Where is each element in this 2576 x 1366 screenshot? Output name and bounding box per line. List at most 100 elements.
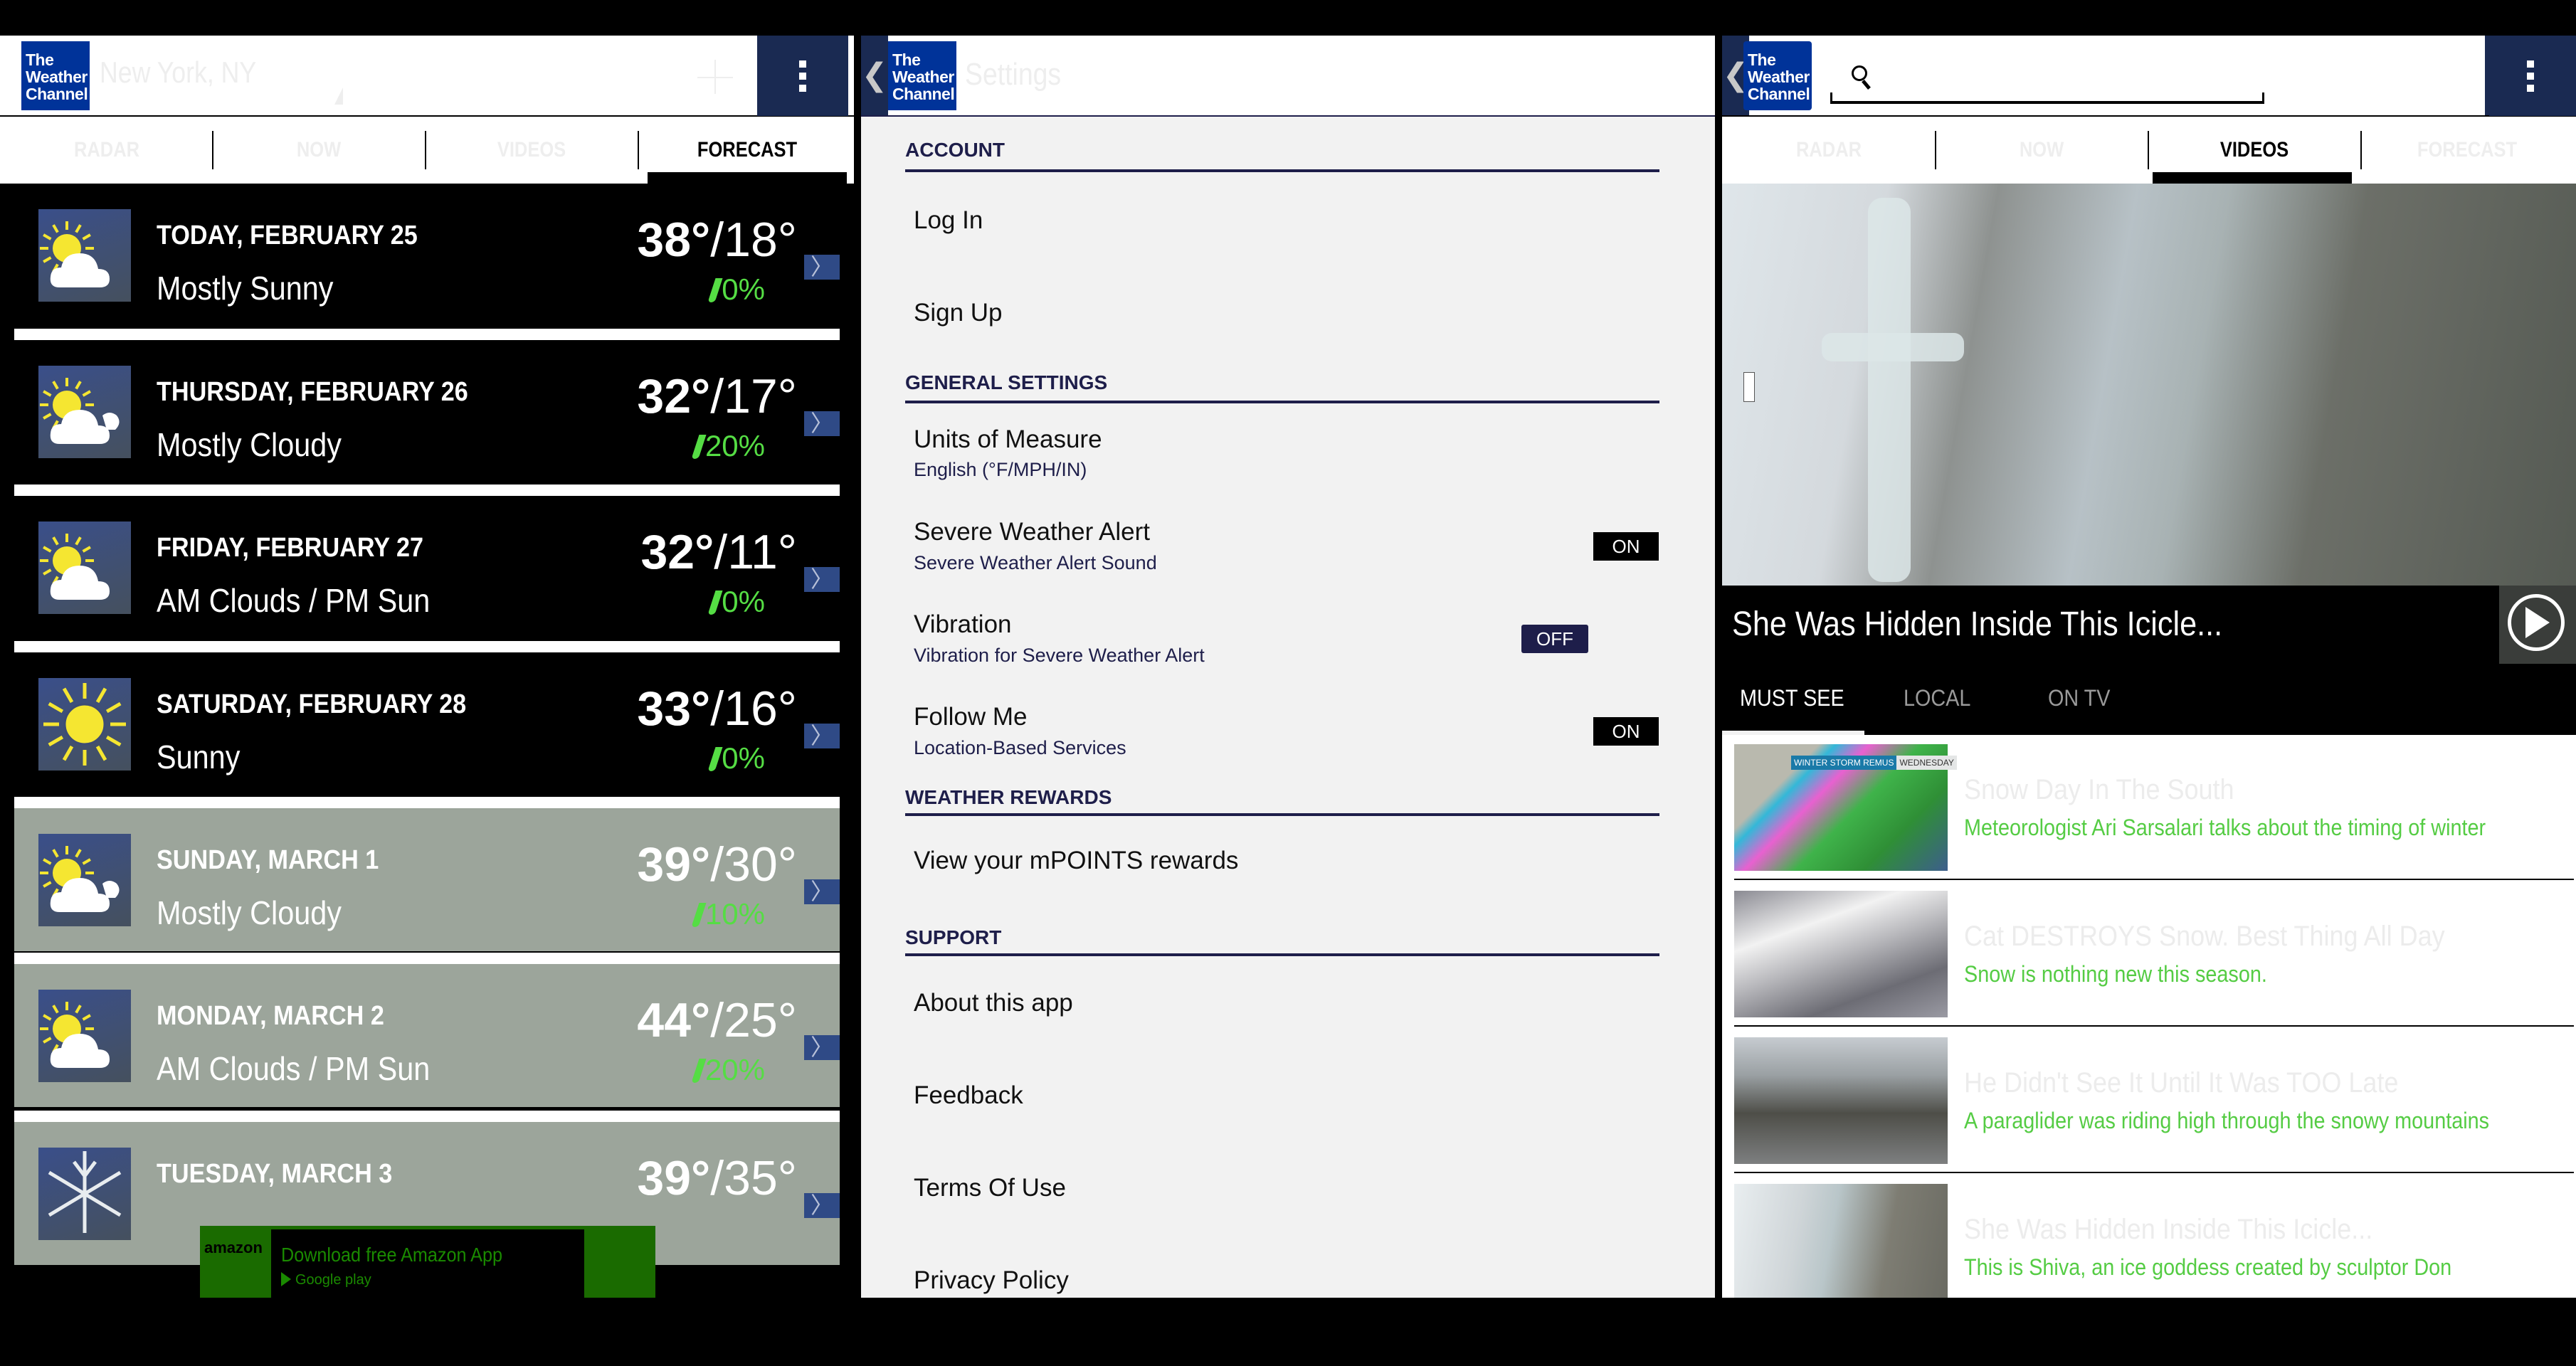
vibration-label: Vibration <box>914 610 1012 638</box>
video-list-item[interactable]: She Was Hidden Inside This Icicle... This… <box>1722 1175 2576 1298</box>
expand-day-button[interactable]: 〉 <box>804 255 840 280</box>
weather-channel-logo[interactable]: The Weather Channel <box>21 41 90 110</box>
overflow-menu-button[interactable] <box>757 36 848 116</box>
severe-weather-alert-toggle[interactable]: ON <box>1593 532 1659 561</box>
forecast-day: MONDAY, MARCH 2 <box>157 1001 384 1031</box>
forecast-condition: Mostly Cloudy <box>157 426 342 463</box>
dropdown-arrow-icon <box>334 88 343 105</box>
raindrop-icon <box>691 435 707 459</box>
forecast-temps: 44°/25° <box>637 992 797 1048</box>
raindrop-icon <box>707 278 723 302</box>
weather-channel-logo: The Weather Channel <box>1743 41 1812 110</box>
row-divider <box>14 485 840 496</box>
tab-forecast[interactable]: FORECAST <box>2377 117 2558 184</box>
feedback-item[interactable]: Feedback <box>914 1081 1023 1110</box>
video-title: She Was Hidden Inside This Icicle... <box>1964 1214 2373 1245</box>
forecast-low: 16° <box>724 682 797 736</box>
tab-radar[interactable]: RADAR <box>1738 117 1920 184</box>
forecast-low: 30° <box>724 837 797 891</box>
video-list-item[interactable]: He Didn't See It Until It Was TOO Late A … <box>1722 1028 2576 1175</box>
forecast-row[interactable]: FRIDAY, FEBRUARY 27 AM Clouds / PM Sun 32°… <box>14 496 840 639</box>
tab-local[interactable]: LOCAL <box>1904 685 1970 711</box>
forecast-temps: 32°/17° <box>637 369 797 424</box>
ice-sculpture-figure <box>1868 198 1911 582</box>
search-underline-tick-left <box>1830 92 1832 101</box>
log-in-item[interactable]: Log In <box>914 206 983 235</box>
forecast-low: 11° <box>727 525 797 579</box>
video-divider <box>1734 1172 2574 1173</box>
follow-me-toggle[interactable]: ON <box>1593 717 1659 746</box>
tab-now[interactable]: NOW <box>1951 117 2133 184</box>
expand-day-button[interactable]: 〉 <box>804 1035 840 1060</box>
forecast-day: THURSDAY, FEBRUARY 26 <box>157 377 468 407</box>
forecast-row[interactable]: SATURDAY, FEBRUARY 28 Sunny 33°/16° 0% 〉 <box>14 652 840 795</box>
severe-weather-alert-sub: Severe Weather Alert Sound <box>914 552 1157 573</box>
search-field[interactable] <box>1830 57 2264 104</box>
add-location-button[interactable] <box>697 60 733 95</box>
play-button[interactable] <box>2499 586 2576 664</box>
section-divider <box>905 169 1659 172</box>
vibration-toggle[interactable]: OFF <box>1521 625 1588 653</box>
tab-divider <box>2148 131 2149 169</box>
video-list-item[interactable]: Snow Day In The South Meteorologist Ari S… <box>1722 735 2576 881</box>
videos-screen: ❮ The Weather Channel RADAR NOW VIDEOS F… <box>1722 36 2576 1298</box>
tab-must-see[interactable]: MUST SEE <box>1740 685 1844 711</box>
forecast-row[interactable]: MONDAY, MARCH 2 AM Clouds / PM Sun 44°/25°… <box>14 964 840 1107</box>
video-list: Snow Day In The South Meteorologist Ari S… <box>1722 735 2576 1298</box>
sign-up-item[interactable]: Sign Up <box>914 299 1003 327</box>
precip-value: 10% <box>704 897 765 931</box>
forecast-day: SATURDAY, FEBRUARY 28 <box>157 689 467 719</box>
featured-video-title[interactable]: She Was Hidden Inside This Icicle... <box>1732 605 2222 644</box>
forecast-high: 33° <box>637 682 711 736</box>
tab-on-tv[interactable]: ON TV <box>2048 685 2110 711</box>
expand-day-button[interactable]: 〉 <box>804 1193 840 1218</box>
overflow-menu-button[interactable] <box>2485 36 2576 116</box>
section-divider <box>905 953 1659 956</box>
forecast-row[interactable]: SUNDAY, MARCH 1 Mostly Cloudy 39°/30° 10% 〉 <box>14 808 840 951</box>
chevron-left-icon: ❮ <box>861 58 888 92</box>
chevron-right-icon: 〉 <box>810 566 833 592</box>
snow-icon <box>38 1148 131 1240</box>
video-divider <box>1734 879 2574 880</box>
location-selector[interactable]: New York, NY <box>100 55 349 105</box>
chevron-right-icon: 〉 <box>810 723 833 748</box>
tab-radar[interactable]: RADAR <box>16 117 198 184</box>
search-input[interactable] <box>1880 63 2253 95</box>
expand-day-button[interactable]: 〉 <box>804 724 840 748</box>
chevron-right-icon: 〉 <box>810 411 833 436</box>
units-label: Units of Measure <box>914 425 1102 453</box>
forecast-screen: The Weather Channel New York, NY RADAR N… <box>0 36 854 1298</box>
video-description: A paraglider was riding high through the… <box>1964 1108 2490 1133</box>
main-tabs: RADAR NOW VIDEOS FORECAST <box>0 117 854 184</box>
expand-day-button[interactable]: 〉 <box>804 411 840 436</box>
video-category-tabs: MUST SEE LOCAL ON TV <box>1722 664 2576 735</box>
featured-video-thumbnail[interactable] <box>1722 184 2576 586</box>
precip-value: 0% <box>722 741 765 775</box>
amazon-ad-banner[interactable]: amazon Download free Amazon App Google p… <box>200 1226 655 1298</box>
forecast-precip: 20% <box>691 429 765 463</box>
tab-now[interactable]: NOW <box>228 117 410 184</box>
view-mpoints-item[interactable]: View your mPOINTS rewards <box>914 847 1238 875</box>
back-button[interactable]: ❮ <box>861 36 888 115</box>
forecast-row[interactable]: THURSDAY, FEBRUARY 26 Mostly Cloudy 32°/17… <box>14 340 840 483</box>
severe-weather-alert-label: Severe Weather Alert <box>914 518 1151 546</box>
section-divider <box>905 401 1659 403</box>
forecast-temps: 38°/18° <box>637 212 797 268</box>
privacy-policy-item[interactable]: Privacy Policy <box>914 1266 1069 1295</box>
forecast-day: SUNDAY, MARCH 1 <box>157 845 379 875</box>
tab-divider <box>212 131 213 169</box>
expand-day-button[interactable]: 〉 <box>804 567 840 592</box>
about-app-item[interactable]: About this app <box>914 989 1073 1017</box>
row-divider <box>14 797 840 808</box>
expand-day-button[interactable]: 〉 <box>804 879 840 904</box>
video-list-item[interactable]: Cat DESTROYS Snow. Best Thing All Day Sno… <box>1722 881 2576 1028</box>
partly-sunny-icon <box>38 990 131 1082</box>
row-divider <box>14 953 840 964</box>
terms-of-use-item[interactable]: Terms Of Use <box>914 1174 1066 1202</box>
forecast-high: 39° <box>637 1151 711 1205</box>
forecast-row[interactable]: TODAY, FEBRUARY 25 Mostly Sunny 38°/18° 0% 〉 <box>14 184 840 327</box>
tab-videos[interactable]: VIDEOS <box>441 117 623 184</box>
settings-header: ❮ The Weather Channel Settings <box>861 36 1715 117</box>
forecast-temps: 33°/16° <box>637 681 797 736</box>
forecast-high: 38° <box>637 213 711 267</box>
